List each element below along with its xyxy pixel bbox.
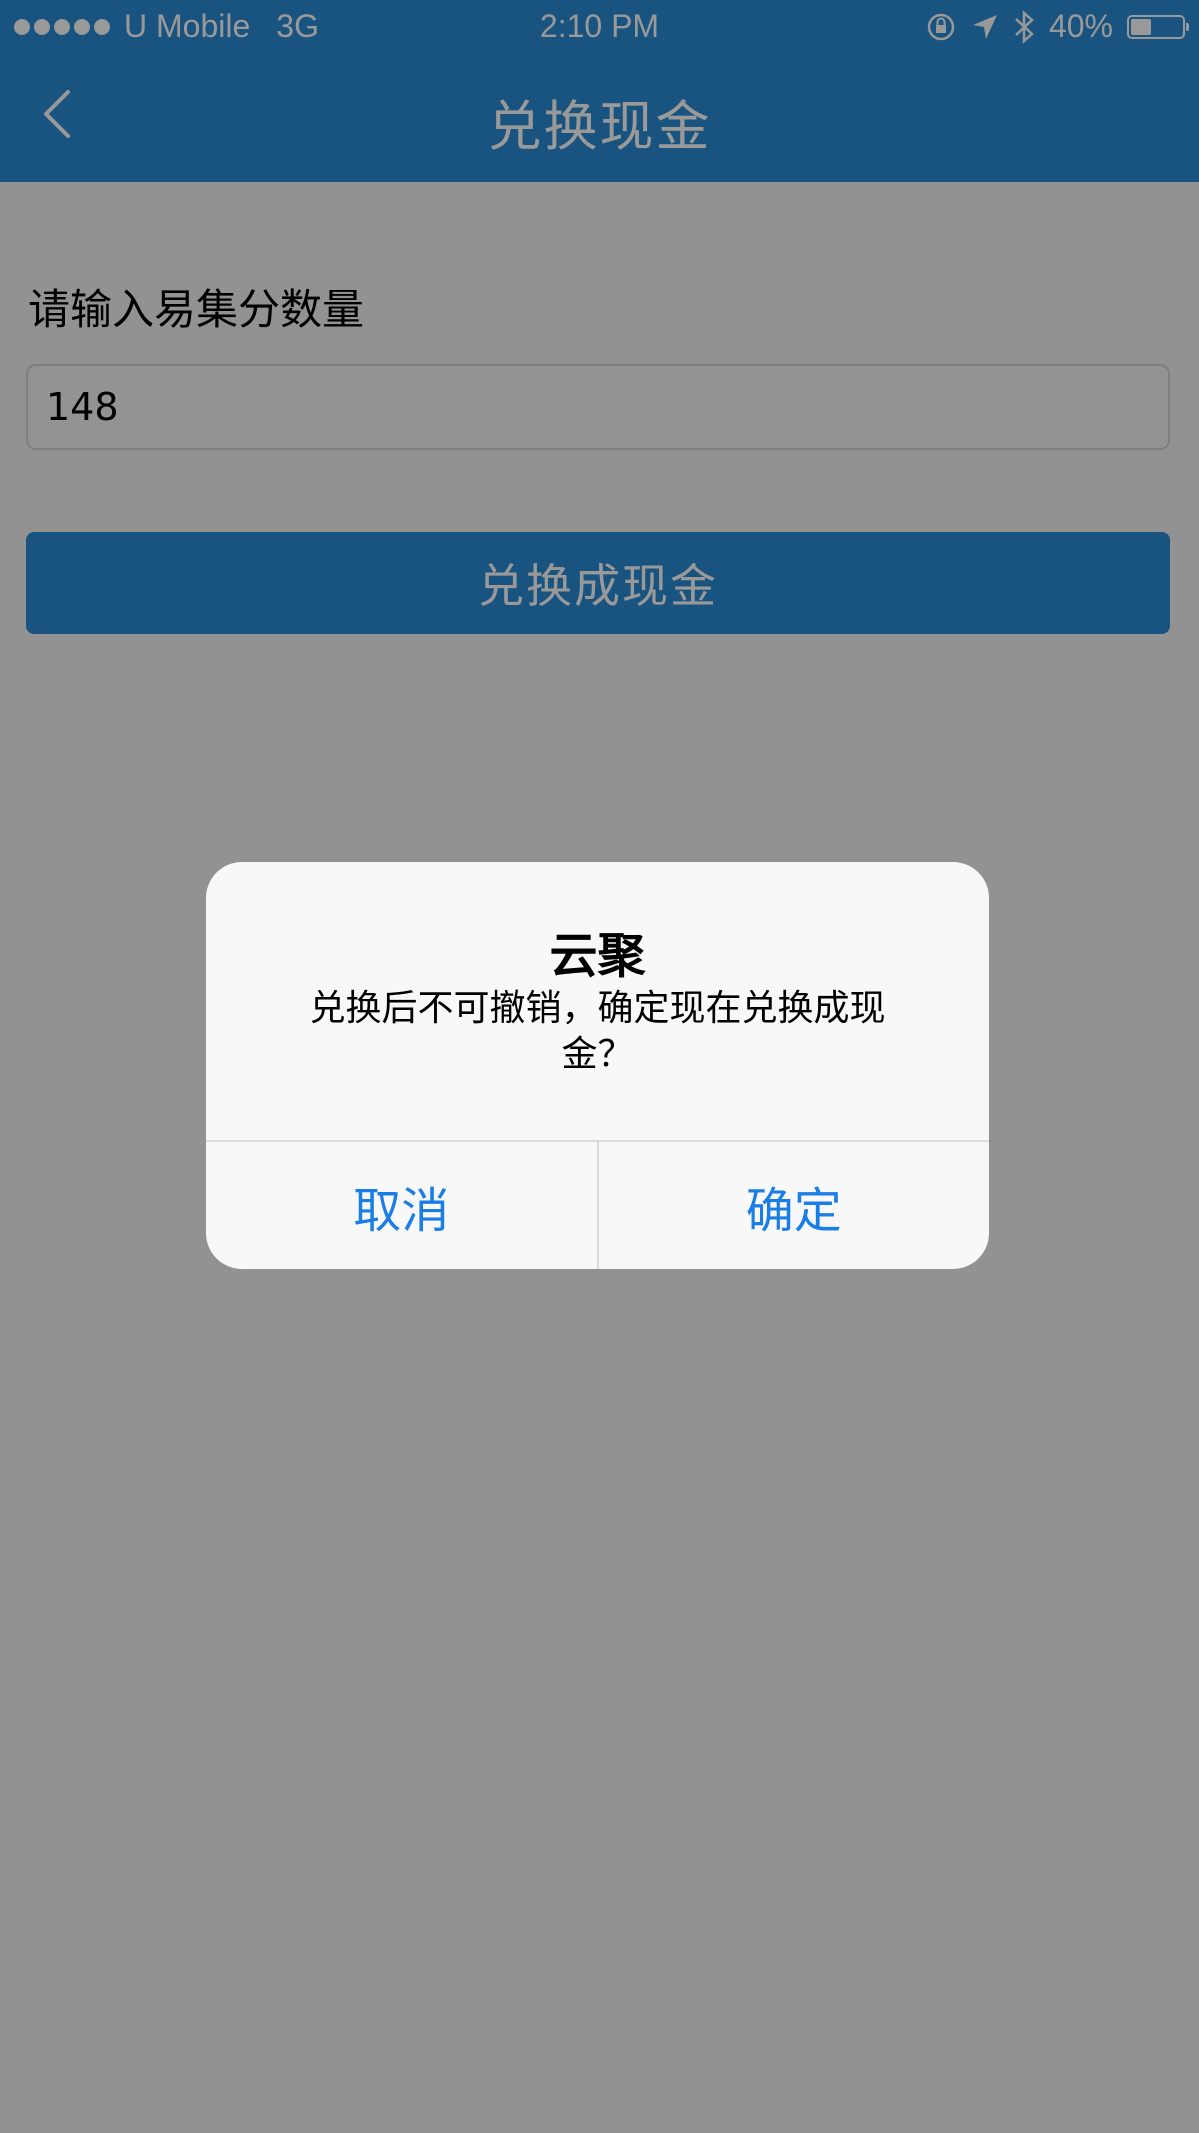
- modal-overlay: 云聚 兑换后不可撤销，确定现在兑换成现金？ 取消 确定: [0, 0, 1199, 2133]
- confirm-button[interactable]: 确定: [599, 1142, 990, 1269]
- alert-title: 云聚: [549, 928, 646, 984]
- confirm-alert: 云聚 兑换后不可撤销，确定现在兑换成现金？ 取消 确定: [206, 862, 989, 1269]
- alert-button-row: 取消 确定: [206, 1142, 989, 1269]
- alert-message: 兑换后不可撤销，确定现在兑换成现金？: [309, 988, 886, 1075]
- cancel-button[interactable]: 取消: [206, 1142, 597, 1269]
